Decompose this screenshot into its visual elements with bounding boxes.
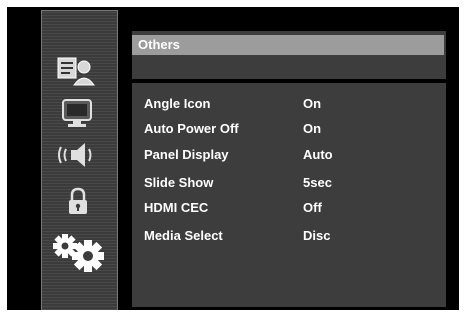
menu-item-label: Panel Display [144,147,229,162]
menu-item-label: Auto Power Off [144,121,239,136]
language-icon[interactable] [56,55,96,87]
menu-item-value: Off [303,200,322,215]
sidebar [41,10,118,310]
menu-item-auto-power-off[interactable]: Auto Power Off On [132,118,446,140]
menu-item-label: HDMI CEC [144,200,209,215]
menu-item-panel-display[interactable]: Panel Display Auto [132,144,446,166]
menu-item-value: On [303,121,322,136]
menu-item-media-select[interactable]: Media Select Disc [132,225,446,247]
menu-item-value: On [303,96,322,111]
settings-panel: Others Angle Icon On Auto Power Off On P… [132,31,446,307]
divider [132,79,446,83]
gears-icon[interactable] [50,231,108,275]
menu-item-value: Disc [303,228,331,243]
menu-item-value: Auto [303,147,333,162]
audio-icon[interactable] [56,139,98,171]
menu-item-slide-show[interactable]: Slide Show 5sec [132,172,446,194]
section-title[interactable]: Others [132,35,444,55]
menu-item-label: Slide Show [144,175,214,190]
menu-item-label: Media Select [144,228,223,243]
display-icon[interactable] [60,97,94,129]
menu-item-value: 5sec [303,175,332,190]
menu-item-label: Angle Icon [144,96,211,111]
osd-screen: Others Angle Icon On Auto Power Off On P… [7,7,459,310]
lock-icon[interactable] [66,187,90,217]
menu-item-angle-icon[interactable]: Angle Icon On [132,93,446,115]
menu-item-hdmi-cec[interactable]: HDMI CEC Off [132,197,446,219]
